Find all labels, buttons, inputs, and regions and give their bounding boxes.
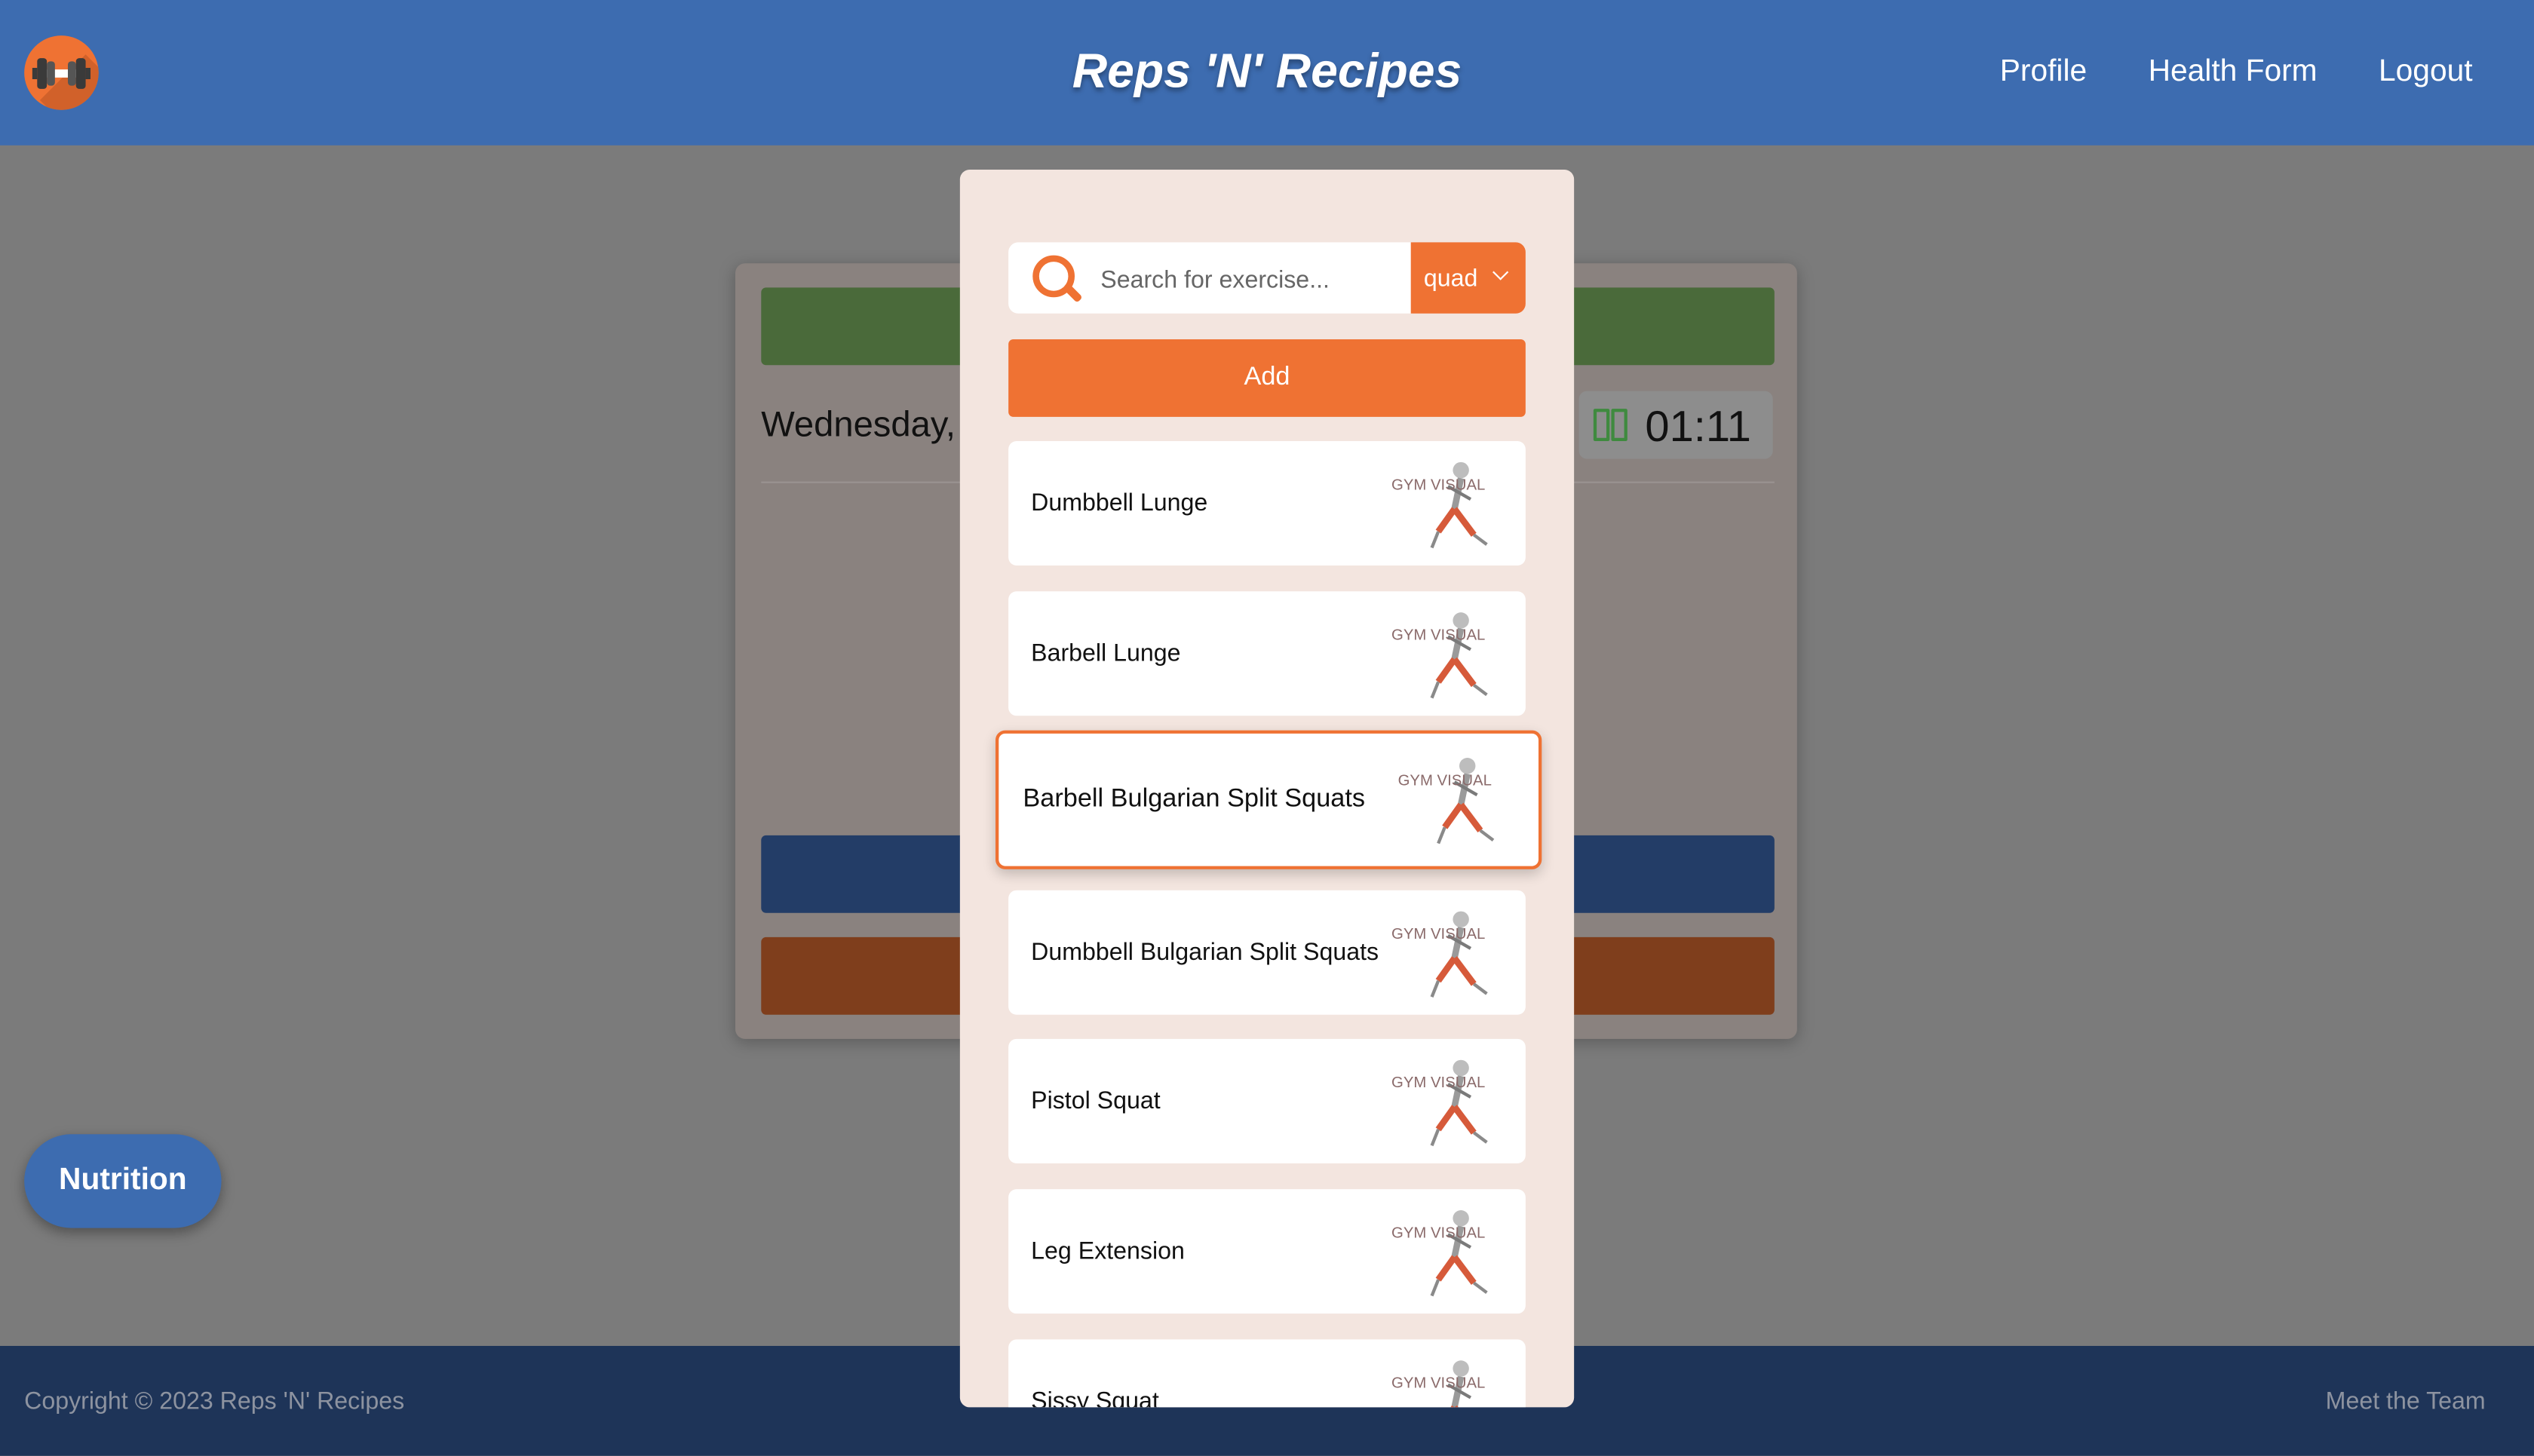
exercise-name: Dumbbell Bulgarian Split Squats — [1031, 939, 1379, 967]
exercise-thumbnail-icon: GYM VISUAL — [1391, 911, 1488, 998]
nav-links: Profile Health Form Logout — [2000, 55, 2473, 90]
exercise-item[interactable]: Sissy Squat GYM VISUAL — [1008, 1339, 1526, 1408]
nav-health-form-link[interactable]: Health Form — [2149, 55, 2318, 90]
exercise-name: Barbell Lunge — [1031, 639, 1181, 667]
exercise-item[interactable]: Barbell Lunge GYM VISUAL — [1008, 591, 1526, 716]
exercise-item[interactable]: Pistol Squat GYM VISUAL — [1008, 1038, 1526, 1163]
exercise-thumbnail-icon: GYM VISUAL — [1391, 1360, 1485, 1408]
pause-icon[interactable] — [1593, 409, 1610, 441]
exercise-thumbnail-icon: GYM VISUAL — [1391, 1059, 1488, 1147]
muscle-filter-select[interactable]: quad — [1410, 242, 1526, 314]
workout-date: Wednesday, — [761, 403, 956, 445]
exercise-thumbnail-icon: GYM VISUAL — [1398, 757, 1495, 844]
exercise-item[interactable]: Dumbbell Bulgarian Split Squats GYM VISU… — [1008, 890, 1526, 1015]
navbar: Reps 'N' Recipes Profile Health Form Log… — [0, 0, 2534, 146]
exercise-thumbnail-icon: GYM VISUAL — [1391, 461, 1488, 549]
svg-text:GYM VISUAL: GYM VISUAL — [1391, 926, 1485, 943]
exercise-search-input[interactable] — [1097, 242, 1411, 317]
exercise-name: Pistol Squat — [1031, 1087, 1161, 1115]
svg-text:GYM VISUAL: GYM VISUAL — [1391, 627, 1485, 644]
exercise-item[interactable]: Leg Extension GYM VISUAL — [1008, 1189, 1526, 1314]
copyright-text: Copyright © 2023 Reps 'N' Recipes — [24, 1387, 405, 1416]
exercise-thumbnail-icon: GYM VISUAL — [1391, 1210, 1488, 1297]
exercise-name: Sissy Squat — [1031, 1387, 1159, 1408]
search-box — [1008, 242, 1413, 317]
nav-logout-link[interactable]: Logout — [2379, 55, 2473, 90]
workout-timer: 01:11 — [1578, 391, 1773, 459]
svg-text:GYM VISUAL: GYM VISUAL — [1391, 1375, 1485, 1392]
nutrition-button[interactable]: Nutrition — [24, 1134, 222, 1228]
pause-icon-bar — [1611, 409, 1627, 441]
svg-text:GYM VISUAL: GYM VISUAL — [1398, 772, 1492, 789]
exercise-picker-modal: quad Add Dumbbell Lunge GYM VISUAL Barbe… — [959, 170, 1575, 1408]
add-button[interactable]: Add — [1008, 339, 1526, 417]
exercise-item[interactable]: Dumbbell Lunge GYM VISUAL — [1008, 441, 1526, 566]
svg-text:GYM VISUAL: GYM VISUAL — [1391, 1074, 1485, 1091]
svg-text:GYM VISUAL: GYM VISUAL — [1391, 477, 1485, 493]
exercise-name: Dumbbell Lunge — [1031, 489, 1208, 517]
exercise-name: Barbell Bulgarian Split Squats — [1023, 785, 1366, 813]
exercise-thumbnail-icon: GYM VISUAL — [1391, 612, 1488, 699]
exercise-list: Dumbbell Lunge GYM VISUAL Barbell Lunge … — [960, 441, 1574, 1408]
chevron-down-icon — [1492, 264, 1509, 280]
exercise-item-selected[interactable]: Barbell Bulgarian Split Squats GYM VISUA… — [996, 730, 1542, 869]
meet-the-team-link[interactable]: Meet the Team — [2326, 1388, 2486, 1415]
svg-text:GYM VISUAL: GYM VISUAL — [1391, 1225, 1485, 1241]
exercise-name: Leg Extension — [1031, 1237, 1185, 1265]
nav-profile-link[interactable]: Profile — [2000, 55, 2087, 90]
search-icon-handle — [1063, 284, 1083, 303]
timer-value: 01:11 — [1645, 402, 1751, 451]
muscle-filter-value: quad — [1423, 265, 1478, 293]
